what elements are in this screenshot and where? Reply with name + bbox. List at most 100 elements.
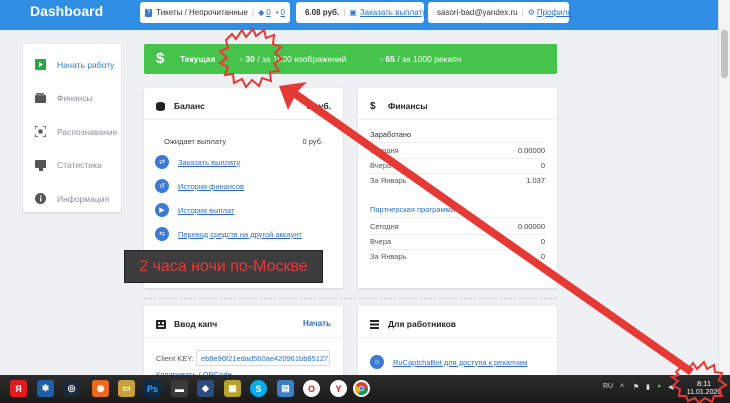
finance-history-row[interactable]: ↺ История финансов xyxy=(155,179,244,193)
coins-icon xyxy=(156,101,165,111)
captcha-card-title: Ввод капч xyxy=(156,319,217,329)
workers-bot-row[interactable]: ☺ RuCaptchaBot для доступа к рекапчам xyxy=(370,355,527,369)
sidebar-item-label: Финансы xyxy=(57,93,93,104)
section-divider xyxy=(144,298,557,299)
workers-title-text: Для работников xyxy=(388,319,457,329)
sidebar-item-label: Статистика xyxy=(57,160,102,171)
keyboard-language[interactable]: RU xyxy=(603,383,613,390)
monitor-icon xyxy=(35,159,46,171)
account-pill[interactable]: sasori-bad@yandex.ru | ⚙ Профиль xyxy=(428,2,572,23)
disk-icon[interactable]: ▣ xyxy=(224,380,241,397)
network-icon[interactable]: ▮ xyxy=(646,383,650,391)
current-rate-bar: $ Текущая ▫ 30 / за 1000 изображений ▫ 6… xyxy=(144,44,557,74)
unread-count-link[interactable]: 0 xyxy=(281,8,285,17)
balance-title-text: Баланс xyxy=(174,101,205,111)
partner-month-value: 0 xyxy=(540,252,545,261)
client-key-field[interactable]: eb8e96f21edad560ae420961bb851271 xyxy=(196,350,330,366)
balance-title-value: 0 руб. xyxy=(306,101,331,111)
opera-icon[interactable]: O xyxy=(303,380,320,397)
finance-history-link[interactable]: История финансов xyxy=(178,182,244,191)
profile-link[interactable]: Профиль xyxy=(537,8,572,17)
flag-icon[interactable]: ⚑ xyxy=(633,383,639,391)
partner-today-label: Сегодня xyxy=(370,222,399,231)
divider xyxy=(144,119,343,120)
skype-icon[interactable]: S xyxy=(250,380,267,397)
divider xyxy=(370,142,545,143)
wallet-icon xyxy=(35,93,46,104)
earned-heading: Заработано xyxy=(370,130,412,139)
payout-history-link[interactable]: История выплат xyxy=(178,206,234,215)
payout-history-row[interactable]: ▶ История выплат xyxy=(155,203,234,217)
clock-date[interactable]: 11.01.2020 xyxy=(684,389,724,396)
earned-month-value: 1.037 xyxy=(526,176,545,185)
bot-icon: ☺ xyxy=(370,355,384,369)
finance-card-title: $ Финансы xyxy=(370,101,427,111)
info-icon xyxy=(35,193,46,205)
sidebar-item-recognition[interactable]: Распознавание xyxy=(23,115,121,149)
divider xyxy=(358,119,557,120)
payout-icon: ▣ xyxy=(349,8,357,17)
divider: | xyxy=(343,8,346,17)
terminal-icon[interactable]: ▬ xyxy=(171,380,188,397)
payout-link[interactable]: Заказать выплату xyxy=(360,8,426,17)
earned-today-label: Сегодня xyxy=(370,146,399,155)
play-icon xyxy=(35,59,46,71)
steam-icon[interactable]: ◎ xyxy=(63,380,80,397)
media-icon[interactable]: ◉ xyxy=(92,380,109,397)
tickets-label: Тикеты / Непрочитанные xyxy=(156,8,249,17)
sidebar-item-finance[interactable]: Финансы xyxy=(23,82,121,116)
divider: | xyxy=(252,8,255,17)
list-icon xyxy=(370,319,379,329)
chat-icon[interactable]: ◆ xyxy=(197,380,214,397)
brand-title: Dashboard xyxy=(30,3,104,19)
history-icon: ↺ xyxy=(155,179,169,193)
volume-icon[interactable]: ◀ xyxy=(668,383,673,391)
partner-yesterday-label: Вчера xyxy=(370,237,392,246)
page-scrollbar[interactable] xyxy=(718,0,730,375)
window-icon[interactable]: ▤ xyxy=(277,380,294,397)
photoshop-icon[interactable]: Ps xyxy=(144,380,161,397)
up-arrow-icon[interactable]: ˄ xyxy=(620,383,624,390)
account-email: sasori-bad@yandex.ru xyxy=(437,8,518,17)
earned-today-value: 0.00000 xyxy=(517,146,545,155)
yandex-icon[interactable]: Y xyxy=(330,380,347,397)
sidebar-item-info[interactable]: Информация xyxy=(23,182,121,216)
scroll-thumb[interactable] xyxy=(721,30,728,78)
workers-bot-link[interactable]: RuCaptchaBot для доступа к рекапчам xyxy=(393,358,527,367)
keyboard-icon xyxy=(156,319,166,329)
finance-card: $ Финансы Заработано Сегодня 0.00000 Вче… xyxy=(358,88,557,288)
app-icon[interactable]: ✱ xyxy=(37,380,54,397)
scan-icon xyxy=(35,126,46,138)
partner-month-label: За Январь xyxy=(370,252,407,261)
divider xyxy=(370,249,545,250)
recaptcha-rate-value: 65 xyxy=(385,54,395,64)
sidebar-item-statistics[interactable]: Статистика xyxy=(23,149,121,183)
transfer-link[interactable]: Перевод средств на другой аккаунт xyxy=(178,230,302,239)
dollar-icon: $ xyxy=(370,100,376,112)
partner-heading: Партнерская программа xyxy=(370,205,455,214)
tickets-count-link[interactable]: 0 xyxy=(266,8,270,17)
order-payout-row[interactable]: ⇄ Заказать выплату xyxy=(155,155,240,169)
chrome-icon[interactable] xyxy=(353,380,370,397)
balance-pill[interactable]: 6.08 руб. | ▣ Заказать выплату xyxy=(296,2,426,23)
balance-value: 6.08 руб. xyxy=(305,8,340,17)
gear-icon: ⚙ xyxy=(527,8,535,17)
sidebar-item-start[interactable]: Начать работу xyxy=(23,48,121,82)
client-key-label: Client KEY: xyxy=(156,354,194,363)
clock-time[interactable]: 8:11 xyxy=(684,379,724,388)
tickets-pill[interactable]: ? Тикеты / Непрочитанные | ◆ 0 ▪ 0 xyxy=(140,2,290,23)
taskbar: Я ✱ ◎ ◉ ▭ Ps ▬ ◆ ▣ S ▤ O Y RU ˄ ⚑ ▮ ● ◀ … xyxy=(0,375,730,403)
yandex-browser-icon[interactable]: Я xyxy=(10,380,27,397)
earned-yesterday-label: Вчера xyxy=(370,161,392,170)
transfer-row[interactable]: ⇆ Перевод средств на другой аккаунт xyxy=(155,227,302,241)
tray-app-icon[interactable]: ● xyxy=(657,383,661,390)
image-rate-value: 30 xyxy=(245,54,255,64)
divider xyxy=(370,234,545,235)
divider xyxy=(370,173,545,174)
recaptcha-rate-unit: / за 1000 рекапч xyxy=(397,54,462,64)
start-captcha-link[interactable]: Начать xyxy=(303,319,331,328)
order-payout-link[interactable]: Заказать выплату xyxy=(178,158,240,167)
dollar-icon: $ xyxy=(156,50,165,67)
workers-card-title: Для работников xyxy=(370,319,456,329)
folder-icon[interactable]: ▭ xyxy=(118,380,135,397)
